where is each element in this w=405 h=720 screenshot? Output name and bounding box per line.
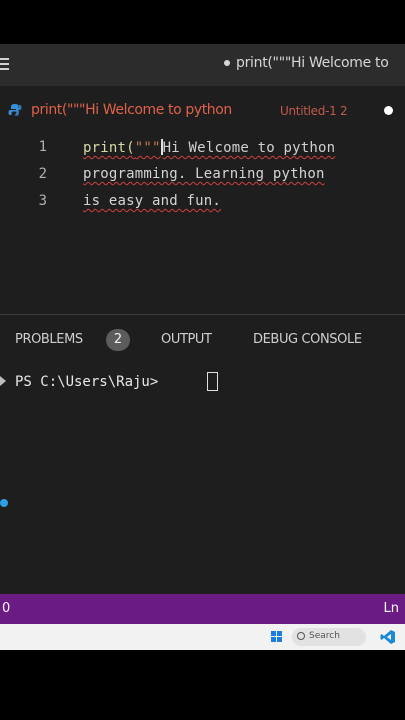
title-bar: print("""Hi Welcome to [0,44,405,86]
line-number: 3 [38,193,47,209]
search-icon [297,632,305,640]
terminal-prompt: PS C:\Users\Raju> [15,374,159,390]
search-placeholder: Search [309,631,340,641]
editor-tab-label[interactable]: print("""Hi Welcome to python [31,102,232,118]
tab-output[interactable]: OUTPUT [161,332,212,347]
code-function: print( [83,140,135,156]
taskbar-search[interactable]: Search [292,628,366,646]
code-line-3[interactable]: is easy and fun. [83,193,221,209]
prompt-arrow-icon [0,376,6,386]
code-line-2[interactable]: programming. Learning python [83,166,325,182]
panel-tabs: PROBLEMS 2 OUTPUT DEBUG CONSOLE [0,324,405,354]
unsaved-dot-icon [224,60,230,66]
vscode-window: print("""Hi Welcome to print("""Hi Welco… [0,44,405,650]
status-bar: 0 Ln [0,594,405,624]
window-title-text: print("""Hi Welcome to [236,55,389,71]
terminal-cursor [207,372,218,391]
code-editor[interactable]: 1 print(""" Hi Welcome to python 2 progra… [0,132,405,312]
code-line-1[interactable]: print(""" Hi Welcome to python [83,139,335,156]
editor-tab-subtitle: Untitled-1 2 [280,104,348,118]
menu-icon[interactable] [0,58,9,70]
status-line-info[interactable]: Ln [384,601,399,616]
code-string: Hi Welcome to python [162,140,336,156]
tab-problems[interactable]: PROBLEMS [15,332,83,347]
windows-taskbar: Search [0,624,405,650]
line-number: 1 [38,139,47,155]
line-number: 2 [38,166,47,182]
tab-debug-console[interactable]: DEBUG CONSOLE [253,332,362,347]
terminal-status-dot-icon [0,499,8,507]
problems-count-badge: 2 [106,329,130,351]
status-left[interactable]: 0 [2,601,10,616]
window-title: print("""Hi Welcome to [224,55,389,71]
vscode-taskbar-icon[interactable] [380,629,396,645]
code-quote: """ [134,140,161,156]
unsaved-indicator-icon[interactable] [384,106,393,115]
python-file-icon [8,104,22,116]
panel-divider[interactable] [0,314,405,315]
windows-start-icon[interactable] [271,631,283,643]
